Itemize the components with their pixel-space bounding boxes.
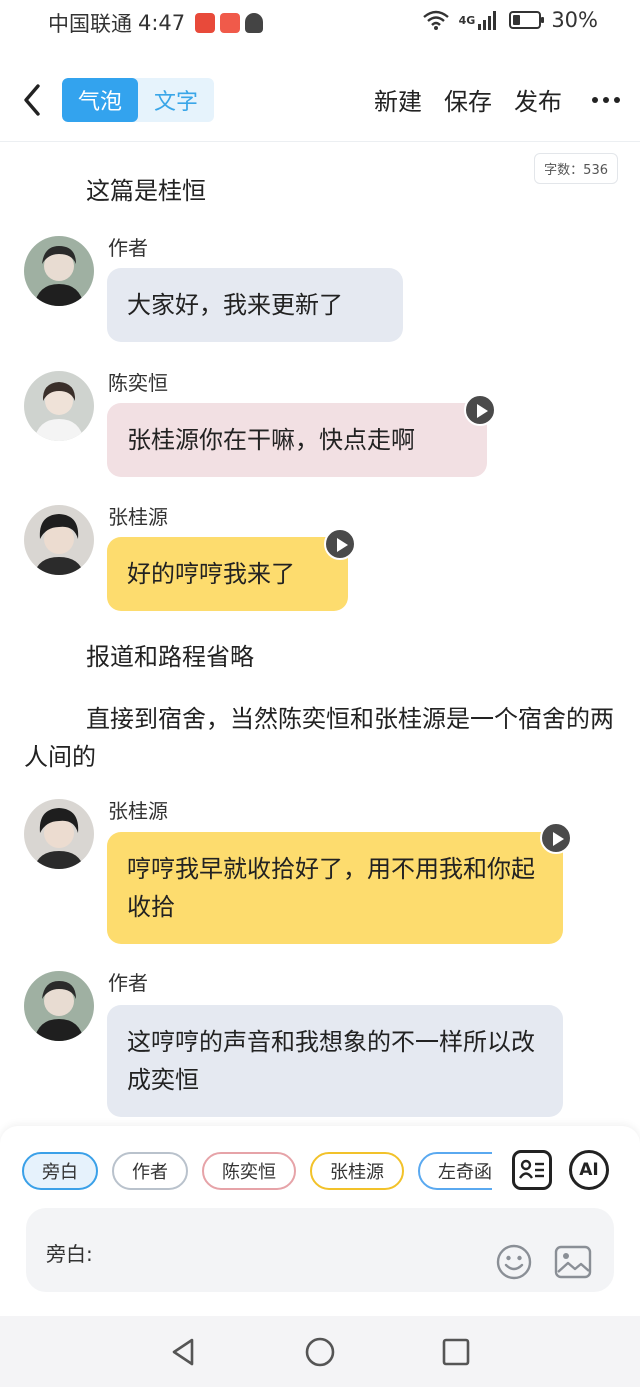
back-arrow-icon[interactable]	[18, 80, 48, 120]
view-mode-switch: 气泡 文字	[62, 78, 214, 122]
zhang-avatar[interactable]	[24, 505, 94, 575]
nav-back-icon[interactable]	[168, 1336, 200, 1368]
composer-role-label: 旁白:	[46, 1242, 93, 1266]
toolbar-actions: 新建 保存 发布	[374, 82, 620, 117]
message-bubble[interactable]: 张桂源你在干嘛，快点走啊	[107, 403, 487, 477]
composer-panel: 旁白 作者 陈奕恒 张桂源 左奇函 AI 旁白:	[0, 1126, 640, 1316]
battery-percent: 30%	[551, 8, 598, 32]
network-type: 4G	[458, 13, 476, 27]
status-right: 4G 30%	[422, 8, 598, 32]
narration-text[interactable]: 报道和路程省略	[24, 638, 616, 676]
wifi-icon	[422, 10, 449, 30]
status-left: 中国联通 4:47	[48, 8, 264, 38]
zhang-avatar[interactable]	[24, 799, 94, 869]
role-chip-zhang[interactable]: 张桂源	[310, 1152, 404, 1190]
publish-button[interactable]: 发布	[514, 82, 562, 117]
image-icon[interactable]	[554, 1244, 592, 1280]
message-bubble[interactable]: 好的哼哼我来了	[107, 537, 348, 611]
save-button[interactable]: 保存	[444, 82, 492, 117]
composer-input[interactable]: 旁白:	[26, 1208, 614, 1292]
notification-icons	[195, 13, 264, 33]
author-avatar[interactable]	[24, 236, 94, 306]
speaker-name: 作者	[108, 236, 148, 260]
role-chip-chen[interactable]: 陈奕恒	[202, 1152, 296, 1190]
new-button[interactable]: 新建	[374, 82, 422, 117]
clock: 4:47	[138, 11, 186, 35]
speaker-name: 张桂源	[108, 505, 168, 529]
shop-notification-icon	[220, 13, 241, 33]
chen-avatar[interactable]	[24, 371, 94, 441]
speaker-name: 张桂源	[108, 799, 168, 823]
carrier-label: 中国联通	[48, 12, 132, 36]
battery-icon	[509, 11, 545, 29]
voice-play-icon[interactable]	[464, 394, 496, 426]
signal-icon	[478, 11, 497, 30]
voice-play-icon[interactable]	[540, 822, 572, 854]
system-nav-bar	[0, 1316, 640, 1387]
message-bubble[interactable]: 大家好，我来更新了	[107, 268, 403, 342]
role-chip-list: 旁白 作者 陈奕恒 张桂源 左奇函	[22, 1152, 492, 1192]
nav-recents-icon[interactable]	[440, 1336, 472, 1368]
narration-text[interactable]: 这篇是桂恒	[24, 172, 616, 210]
ai-assistant-button[interactable]: AI	[569, 1150, 609, 1190]
more-options-icon[interactable]	[592, 96, 620, 103]
narration-text[interactable]: 直接到宿舍，当然陈奕恒和张桂源是一个宿舍的两人间的	[24, 700, 616, 776]
role-chip-zuo[interactable]: 左奇函	[418, 1152, 492, 1190]
voice-play-icon[interactable]	[324, 528, 356, 560]
message-bubble[interactable]: 哼哼我早就收拾好了，用不用我和你起收拾	[107, 832, 563, 944]
battery-level	[513, 15, 521, 25]
editor-toolbar: 气泡 文字 新建 保存 发布	[0, 60, 640, 142]
status-bar: 中国联通 4:47 4G 30%	[0, 0, 640, 44]
author-avatar[interactable]	[24, 971, 94, 1041]
speaker-name: 作者	[108, 971, 148, 995]
nav-home-icon[interactable]	[304, 1336, 336, 1368]
speaker-name: 陈奕恒	[108, 371, 168, 395]
role-card-icon[interactable]	[512, 1150, 552, 1190]
role-chip-narration[interactable]: 旁白	[22, 1152, 98, 1190]
tab-text[interactable]: 文字	[138, 78, 214, 122]
message-bubble[interactable]: 这哼哼的声音和我想象的不一样所以改成奕恒	[107, 1005, 563, 1117]
tab-bubble[interactable]: 气泡	[62, 78, 138, 122]
emoji-icon[interactable]	[496, 1244, 532, 1280]
role-chip-author[interactable]: 作者	[112, 1152, 188, 1190]
app-notification-icon	[195, 13, 216, 33]
qq-notification-icon	[245, 13, 264, 33]
